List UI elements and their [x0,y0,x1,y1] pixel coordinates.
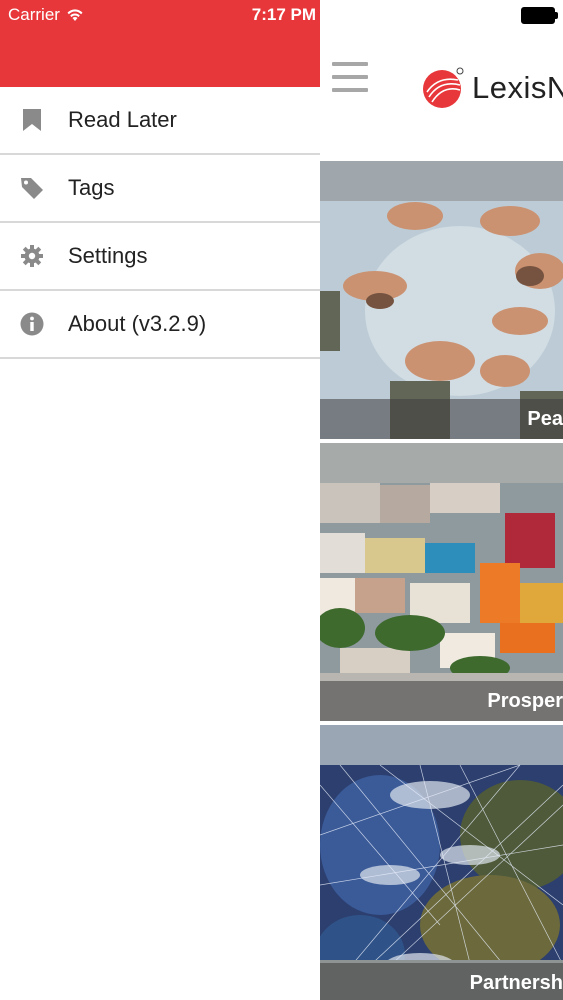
main-content: LexisN Pea Prosper Partnersh [320,0,563,1000]
info-icon [19,311,45,337]
gear-icon [19,243,45,269]
card-title: Prosper [487,690,563,712]
navigation-drawer: Carrier 7:17 PM Read Later Tags Settings… [0,0,320,1000]
menu-item-tags[interactable]: Tags [0,155,320,223]
menu-item-label: Tags [68,175,115,200]
lexisnexis-logo-icon [423,67,464,108]
card-title: Partnersh [469,972,563,994]
story-card-prosperity[interactable]: Prosper [320,443,563,721]
battery-icon [521,7,558,24]
menu-item-label: Settings [68,243,148,268]
drawer-menu: Read Later Tags Settings About (v3.2.9) [0,87,320,359]
card-title: Pea [527,408,563,430]
drawer-header: Carrier 7:17 PM [0,0,320,87]
logo-text: LexisN [472,70,563,105]
app-logo: LexisN [420,66,563,110]
story-card-peace[interactable]: Pea [320,161,563,439]
bookmark-icon [19,107,45,133]
menu-item-settings[interactable]: Settings [0,223,320,291]
menu-item-about[interactable]: About (v3.2.9) [0,291,320,359]
story-card-partnership[interactable]: Partnersh [320,725,563,1000]
card-image [320,161,563,439]
card-image [320,725,563,1000]
menu-item-read-later[interactable]: Read Later [0,87,320,155]
hamburger-menu-button[interactable] [332,62,368,92]
wifi-icon [67,9,83,21]
card-image [320,443,563,721]
carrier-label: Carrier [8,5,60,24]
status-carrier: Carrier [8,5,84,25]
menu-item-label: Read Later [68,107,177,132]
status-time: 7:17 PM [251,5,316,24]
menu-item-label: About (v3.2.9) [68,311,207,336]
tag-icon [19,175,45,201]
